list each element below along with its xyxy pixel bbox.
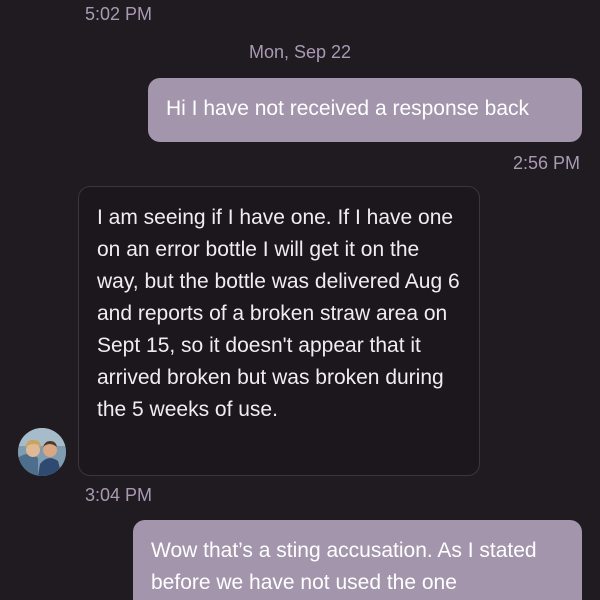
outgoing-message-bubble[interactable]: Wow that’s a sting accusation. As I stat… [133, 520, 582, 600]
outgoing-message-bubble[interactable]: Hi I have not received a response back [148, 78, 582, 142]
message-timestamp: 2:56 PM [512, 153, 580, 173]
incoming-message-bubble[interactable]: I am seeing if I have one. If I have one… [78, 186, 480, 476]
message-timestamp: 3:04 PM [85, 485, 153, 505]
agent-avatar-icon[interactable] [18, 428, 66, 476]
message-timestamp: 5:02 PM [85, 4, 153, 24]
avatar-photo-icon [18, 428, 66, 476]
chat-screen: 5:02 PM Mon, Sep 22 Hi I have not receiv… [0, 0, 600, 600]
date-separator: Mon, Sep 22 [248, 42, 352, 62]
